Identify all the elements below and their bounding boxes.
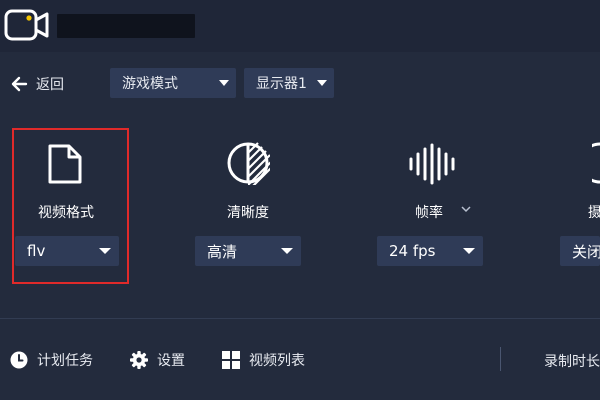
framerate-value: 24 fps (389, 242, 436, 260)
app-title-redacted (57, 14, 195, 38)
highlight-box (12, 128, 129, 284)
video-camera-icon (4, 9, 49, 41)
fourth-feature-value: 关闭 (572, 242, 600, 261)
arrow-left-icon (11, 76, 28, 92)
gear-icon (130, 351, 148, 369)
caret-down-icon (219, 80, 229, 86)
record-duration-label: 录制时长 (544, 354, 600, 370)
back-label: 返回 (36, 77, 64, 93)
caret-down-icon (281, 248, 293, 254)
grid-icon (222, 351, 240, 369)
framerate-select[interactable]: 24 fps (377, 236, 483, 266)
mode-select[interactable]: 游戏模式 (110, 68, 236, 98)
half-circle-icon (227, 142, 270, 185)
clarity-select[interactable]: 高清 (195, 236, 301, 266)
settings-button[interactable]: 设置 (130, 348, 185, 372)
settings-label: 设置 (157, 353, 185, 369)
schedule-label: 计划任务 (37, 353, 93, 369)
caret-down-icon (463, 248, 475, 254)
divider (0, 318, 600, 319)
schedule-button[interactable]: 计划任务 (10, 348, 93, 372)
clarity-label: 清晰度 (227, 205, 269, 221)
framerate-label: 帧率 (415, 205, 443, 221)
mode-select-value: 游戏模式 (122, 76, 178, 92)
back-button[interactable]: 返回 (10, 71, 64, 97)
display-select-value: 显示器1 (256, 76, 307, 92)
chevron-down-icon[interactable] (461, 205, 471, 213)
fourth-feature-label: 摄 (588, 205, 600, 221)
caret-down-icon (317, 80, 327, 86)
toolbar-separator (500, 347, 501, 371)
feature-icon-partial (592, 142, 600, 184)
clock-icon (10, 351, 28, 369)
fourth-feature-select[interactable]: 关闭 (560, 236, 600, 266)
video-list-label: 视频列表 (249, 353, 305, 369)
audio-wave-icon (409, 143, 455, 185)
clarity-value: 高清 (207, 242, 238, 261)
video-list-button[interactable]: 视频列表 (222, 348, 305, 372)
display-select[interactable]: 显示器1 (244, 68, 334, 98)
